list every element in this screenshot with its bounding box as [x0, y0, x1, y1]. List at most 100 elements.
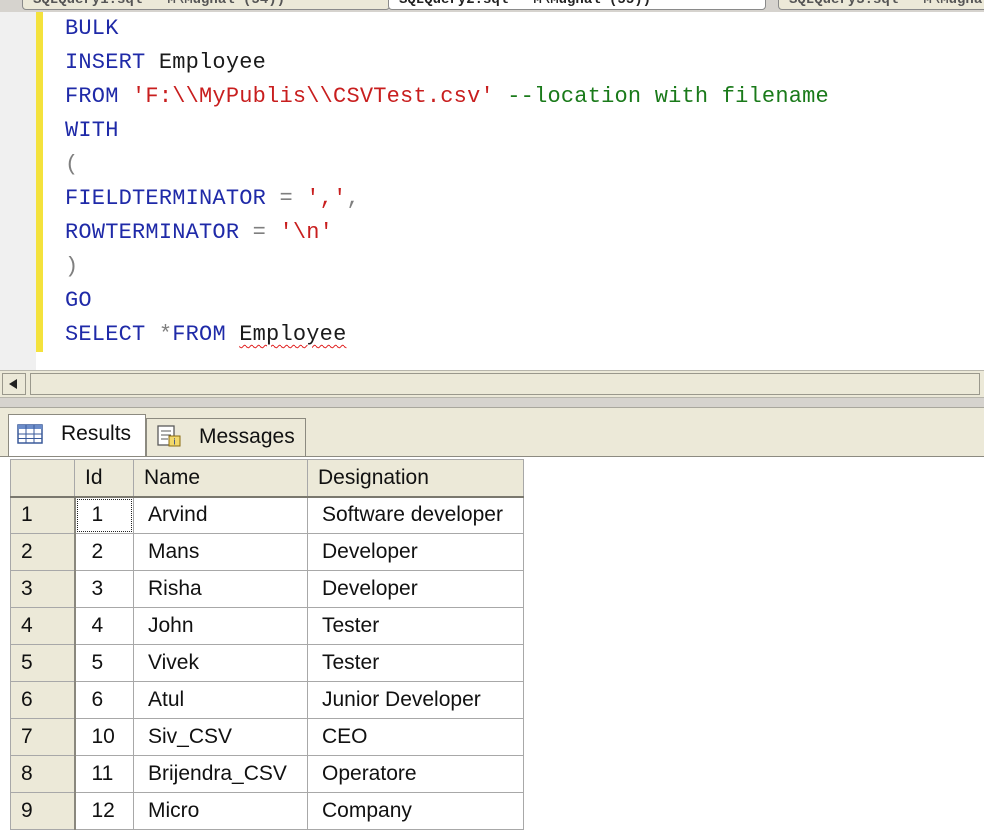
code-token: Employee: [239, 322, 347, 347]
designation-cell[interactable]: Software developer: [307, 496, 524, 534]
id-cell[interactable]: 11: [74, 755, 134, 793]
row-number-cell[interactable]: 2: [10, 533, 76, 571]
messages-icon: i: [157, 425, 181, 447]
results-grid: Id Name Designation 1 1 Arvind Software dev…: [10, 459, 524, 830]
sql-editor[interactable]: BULK INSERT Employee FROM 'F:\\MyPublis\\C…: [0, 12, 984, 370]
scroll-left-arrow-icon[interactable]: [2, 373, 26, 395]
designation-cell[interactable]: Company: [307, 792, 524, 830]
id-cell[interactable]: 6: [74, 681, 134, 719]
table-row[interactable]: 9 12 Micro Company: [10, 792, 524, 830]
id-cell[interactable]: 3: [74, 570, 134, 608]
column-header-designation[interactable]: Designation: [307, 459, 524, 498]
code-line[interactable]: BULK: [65, 16, 829, 50]
code-line[interactable]: GO: [65, 288, 829, 322]
tab-results-label: Results: [61, 422, 132, 445]
grid-corner-cell[interactable]: [10, 459, 75, 498]
code-token: 'F:\\MyPublis\\CSVTest.csv': [132, 84, 494, 109]
row-number-cell[interactable]: 6: [10, 681, 76, 719]
name-cell[interactable]: Siv_CSV: [133, 718, 308, 756]
scrollbar-thumb[interactable]: [30, 373, 980, 395]
sql-code[interactable]: BULK INSERT Employee FROM 'F:\\MyPublis\\C…: [65, 16, 829, 356]
designation-cell[interactable]: Developer: [307, 533, 524, 571]
id-cell[interactable]: 12: [74, 792, 134, 830]
name-cell[interactable]: Atul: [133, 681, 308, 719]
code-line[interactable]: INSERT Employee: [65, 50, 829, 84]
code-line[interactable]: SELECT *FROM Employee: [65, 322, 829, 356]
document-tab-strip: SQLQuery1.sql - M\Mughal (54)) SQLQuery2…: [0, 0, 984, 12]
document-tab-query2[interactable]: SQLQuery2.sql - M\Mughal (55)): [388, 0, 766, 10]
name-cell[interactable]: Mans: [133, 533, 308, 571]
code-token: FROM: [172, 322, 226, 347]
row-number-cell[interactable]: 4: [10, 607, 76, 645]
table-row[interactable]: 6 6 Atul Junior Developer: [10, 681, 524, 719]
code-line[interactable]: (: [65, 152, 829, 186]
table-row[interactable]: 8 11 Brijendra_CSV Operatore: [10, 755, 524, 793]
code-token: ,: [346, 186, 360, 211]
pane-splitter[interactable]: [0, 398, 984, 408]
name-cell[interactable]: Brijendra_CSV: [133, 755, 308, 793]
tab-messages-label: Messages: [199, 425, 295, 448]
designation-cell[interactable]: Tester: [307, 644, 524, 682]
id-cell[interactable]: 2: [74, 533, 134, 571]
id-cell[interactable]: 1: [74, 496, 134, 534]
name-cell[interactable]: Risha: [133, 570, 308, 608]
code-token: WITH: [65, 118, 119, 143]
id-cell[interactable]: 4: [74, 607, 134, 645]
code-token: GO: [65, 288, 92, 313]
code-line[interactable]: WITH: [65, 118, 829, 152]
designation-cell[interactable]: Junior Developer: [307, 681, 524, 719]
document-tab-query3[interactable]: SQLQuery3.sql - M\Mughal (56)): [778, 0, 984, 10]
code-line[interactable]: ): [65, 254, 829, 288]
name-cell[interactable]: John: [133, 607, 308, 645]
table-row[interactable]: 5 5 Vivek Tester: [10, 644, 524, 682]
code-line[interactable]: FROM 'F:\\MyPublis\\CSVTest.csv' --locat…: [65, 84, 829, 118]
row-number-cell[interactable]: 3: [10, 570, 76, 608]
document-tab-query1[interactable]: SQLQuery1.sql - M\Mughal (54)): [22, 0, 390, 10]
name-cell[interactable]: Micro: [133, 792, 308, 830]
change-tracking-bar: [36, 12, 43, 352]
code-line[interactable]: FIELDTERMINATOR = ',',: [65, 186, 829, 220]
code-token: (: [65, 152, 79, 177]
designation-cell[interactable]: CEO: [307, 718, 524, 756]
table-row[interactable]: 1 1 Arvind Software developer: [10, 496, 524, 534]
results-tab-strip: Results i Messages: [0, 408, 984, 456]
row-number-cell[interactable]: 1: [10, 496, 76, 534]
editor-horizontal-scrollbar[interactable]: [0, 370, 984, 398]
row-number-cell[interactable]: 8: [10, 755, 76, 793]
row-number-cell[interactable]: 5: [10, 644, 76, 682]
tab-messages[interactable]: i Messages: [146, 418, 306, 456]
row-number-cell[interactable]: 7: [10, 718, 76, 756]
id-cell[interactable]: 5: [74, 644, 134, 682]
code-token: INSERT: [65, 50, 146, 75]
results-grid-area: Id Name Designation 1 1 Arvind Software dev…: [0, 456, 984, 838]
code-token: --location with filename: [493, 84, 829, 109]
code-line[interactable]: ROWTERMINATOR = '\n': [65, 220, 829, 254]
table-row[interactable]: 2 2 Mans Developer: [10, 533, 524, 571]
code-token: SELECT: [65, 322, 146, 347]
designation-cell[interactable]: Operatore: [307, 755, 524, 793]
code-token: *: [158, 322, 173, 347]
designation-cell[interactable]: Developer: [307, 570, 524, 608]
column-header-id[interactable]: Id: [74, 459, 134, 498]
code-token: '\n': [279, 220, 334, 245]
name-cell[interactable]: Vivek: [133, 644, 308, 682]
svg-text:i: i: [174, 437, 176, 447]
row-number-cell[interactable]: 9: [10, 792, 76, 830]
grid-header-row: Id Name Designation: [10, 459, 524, 498]
code-token: =: [266, 186, 307, 211]
code-token: BULK: [65, 16, 119, 41]
column-header-name[interactable]: Name: [133, 459, 308, 498]
id-cell[interactable]: 10: [74, 718, 134, 756]
name-cell[interactable]: Arvind: [133, 496, 308, 534]
code-token: =: [239, 220, 280, 245]
editor-gutter: [0, 12, 36, 370]
table-row[interactable]: 4 4 John Tester: [10, 607, 524, 645]
code-token: ROWTERMINATOR: [65, 220, 240, 245]
table-row[interactable]: 7 10 Siv_CSV CEO: [10, 718, 524, 756]
code-token: ',': [306, 186, 347, 211]
designation-cell[interactable]: Tester: [307, 607, 524, 645]
tab-results[interactable]: Results: [8, 414, 146, 456]
table-row[interactable]: 3 3 Risha Developer: [10, 570, 524, 608]
